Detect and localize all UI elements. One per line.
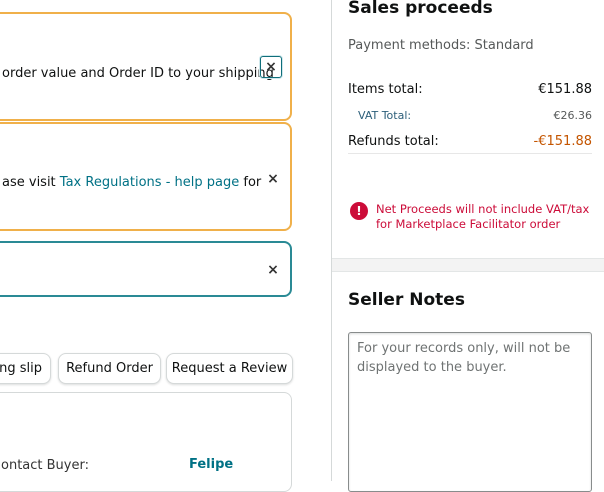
buyer-info-box: ontact Buyer: Felipe: [0, 392, 292, 492]
close-icon[interactable]: ×: [262, 259, 284, 281]
alert-icon: !: [350, 202, 368, 220]
vat-notice-text: Net Proceeds will not include VAT/tax fo…: [376, 202, 590, 231]
totals-divider: [348, 153, 592, 154]
sales-proceeds-title: Sales proceeds: [348, 0, 493, 18]
vat-total-label: VAT Total:: [358, 109, 412, 122]
sales-panel: Sales proceeds Payment methods: Standard…: [332, 0, 604, 492]
close-icon[interactable]: ×: [262, 168, 284, 190]
buyer-name-link[interactable]: Felipe: [189, 457, 233, 472]
info-alert: ×: [0, 241, 292, 297]
section-separator: [332, 258, 604, 272]
seller-notes-title: Seller Notes: [348, 290, 465, 310]
items-total-label: Items total:: [348, 82, 423, 97]
tax-alert: ase visit Tax Regulations - help page fo…: [0, 122, 292, 231]
shipping-alert: order value and Order ID to your shippin…: [0, 12, 292, 121]
payment-methods: Payment methods: Standard: [348, 38, 534, 53]
shipping-alert-text: order value and Order ID to your shippin…: [2, 66, 274, 81]
close-icon[interactable]: ×: [260, 56, 282, 78]
vat-total-row: VAT Total: €26.36: [348, 109, 592, 122]
contact-buyer-label: ontact Buyer:: [1, 458, 89, 473]
tax-regulations-link[interactable]: Tax Regulations - help page: [60, 175, 239, 190]
items-total-value: €151.88: [538, 82, 592, 97]
request-review-button[interactable]: Request a Review: [166, 353, 293, 384]
refunds-total-row: Refunds total: -€151.88: [348, 134, 592, 149]
vat-notice: ! Net Proceeds will not include VAT/tax …: [350, 202, 596, 232]
tax-alert-suffix: for: [239, 175, 262, 190]
items-total-row: Items total: €151.88: [348, 82, 592, 97]
print-packing-slip-button[interactable]: ing slip: [0, 353, 51, 384]
refund-order-button[interactable]: Refund Order: [58, 353, 161, 384]
seller-notes-input[interactable]: [348, 332, 592, 492]
tax-alert-text: ase visit Tax Regulations - help page fo…: [2, 175, 261, 190]
tax-alert-prefix: ase visit: [2, 175, 60, 190]
vat-total-value: €26.36: [553, 109, 593, 122]
refunds-total-label: Refunds total:: [348, 134, 439, 149]
refunds-total-value: -€151.88: [533, 134, 592, 149]
